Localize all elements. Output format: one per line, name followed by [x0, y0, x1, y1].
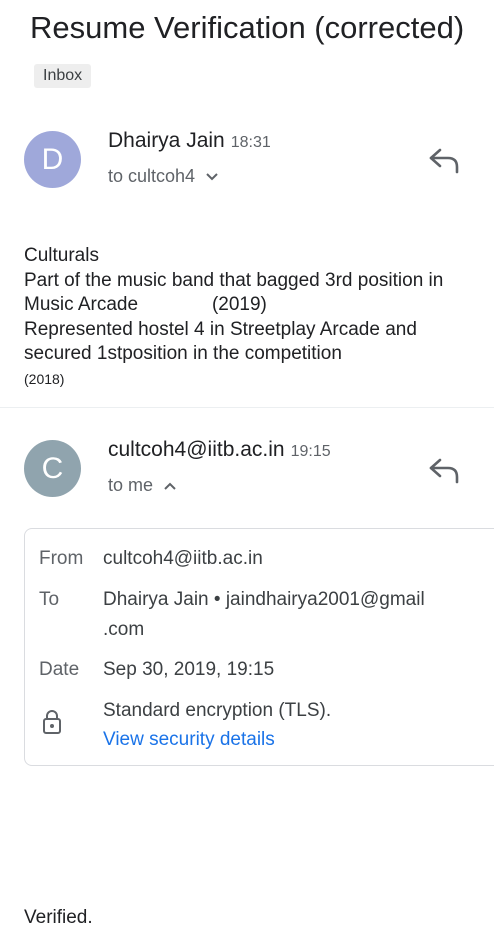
to-value-continued: .com: [103, 619, 145, 640]
recipients-toggle[interactable]: to me: [108, 475, 177, 496]
view-security-details-link[interactable]: View security details: [103, 729, 275, 751]
body-year: (2018): [24, 370, 65, 387]
message-time: 18:31: [230, 134, 271, 151]
sender-avatar[interactable]: D: [24, 131, 81, 188]
to-value[interactable]: Dhairya Jain • jaindhairya2001@gmail: [103, 589, 425, 611]
sender-name: Dhairya Jain: [108, 129, 225, 152]
message-divider: [0, 407, 494, 408]
sender-avatar[interactable]: C: [24, 440, 81, 497]
avatar-letter: C: [41, 451, 64, 485]
from-label: From: [39, 548, 84, 569]
lock-icon: [43, 710, 61, 734]
recipients-toggle[interactable]: to cultcoh4: [108, 166, 219, 187]
to-label: To: [39, 589, 60, 610]
date-value: Sep 30, 2019, 19:15: [103, 659, 275, 680]
recipient-line: to cultcoh4: [108, 166, 196, 186]
message-body: Culturals Part of the music band that ba…: [24, 244, 494, 391]
inbox-label-badge[interactable]: Inbox: [34, 64, 92, 88]
body-line: Culturals: [24, 245, 99, 266]
body-line: secured 1stposition in the competition: [24, 343, 342, 364]
recipient-line: to me: [108, 475, 154, 495]
reply-icon[interactable]: [428, 456, 462, 484]
body-line: Music Arcade (2019): [24, 294, 267, 315]
date-label: Date: [39, 659, 80, 680]
sender-name: cultcoh4@iitb.ac.in: [108, 438, 285, 461]
message-header[interactable]: cultcoh4@iitb.ac.in 19:15: [108, 438, 331, 462]
body-line: Represented hostel 4 in Streetplay Arcad…: [24, 318, 417, 340]
encryption-status: Standard encryption (TLS).: [103, 700, 332, 721]
avatar-letter: D: [41, 142, 64, 176]
email-subject: Resume Verification (corrected) Inbox: [30, 4, 470, 100]
message-time: 19:15: [290, 443, 331, 460]
message-body: Verified.: [24, 907, 93, 928]
body-line: Part of the music band that bagged 3rd p…: [24, 269, 444, 291]
chevron-up-icon: [164, 482, 176, 490]
message-header[interactable]: Dhairya Jain 18:31: [108, 129, 271, 153]
subject-text: Resume Verification (corrected): [30, 10, 465, 45]
chevron-down-icon: [206, 172, 218, 180]
reply-icon[interactable]: [428, 146, 462, 174]
from-value[interactable]: cultcoh4@iitb.ac.in: [103, 548, 263, 570]
